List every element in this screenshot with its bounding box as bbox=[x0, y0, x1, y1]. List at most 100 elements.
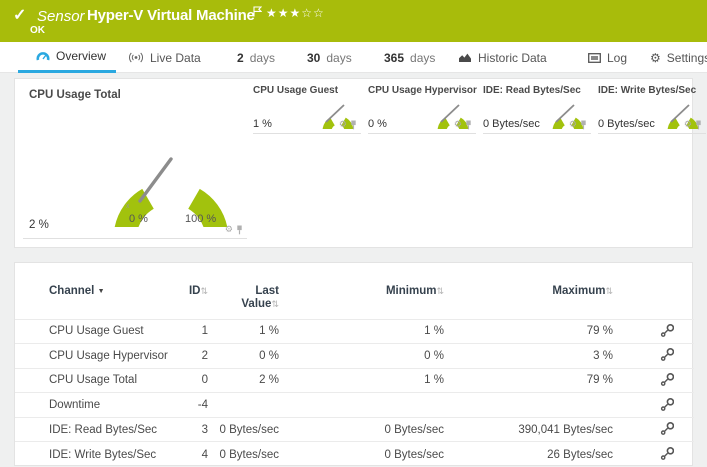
channel-maximum: 26 Bytes/sec bbox=[444, 442, 613, 467]
tab-label: Log bbox=[607, 51, 627, 65]
pin-icon[interactable] bbox=[580, 120, 587, 130]
channel-minimum: 0 Bytes/sec bbox=[279, 442, 444, 467]
channel-last-value: 0 Bytes/sec bbox=[208, 417, 279, 442]
tab-bar: Overview Live Data 2 days 30 days 365 da… bbox=[0, 42, 707, 73]
sensor-header: ✓ Sensor Hyper-V Virtual Machine ★★★☆☆ O… bbox=[0, 0, 707, 42]
edit-channel-icon[interactable] bbox=[660, 397, 674, 411]
channel-table: Channel ▼ ID⇅ LastValue⇅ Minimum⇅ Maximu… bbox=[15, 263, 694, 467]
tab-overview[interactable]: Overview bbox=[18, 42, 116, 73]
sort-active-icon: ▼ bbox=[98, 288, 105, 295]
tab-365-days[interactable]: 365 days bbox=[384, 42, 435, 73]
gauge-settings-gear-icon[interactable]: ⚙ bbox=[339, 121, 347, 130]
chart-icon bbox=[458, 52, 472, 63]
gauge-settings-gear-icon[interactable]: ⚙ bbox=[454, 121, 462, 130]
tab-label: Overview bbox=[56, 49, 106, 63]
column-header-maximum[interactable]: Maximum⇅ bbox=[444, 263, 613, 319]
channel-name: Downtime bbox=[15, 393, 169, 418]
channel-maximum: 390,041 Bytes/sec bbox=[444, 417, 613, 442]
gauges-panel: CPU Usage Total x 0 % 100 % 2 % ⚙ CPU Us… bbox=[14, 78, 693, 248]
column-header-actions bbox=[613, 263, 694, 319]
gauge-scale-min: 0 % bbox=[129, 213, 148, 225]
channel-table-panel: Channel ▼ ID⇅ LastValue⇅ Minimum⇅ Maximu… bbox=[14, 262, 693, 466]
pin-icon[interactable] bbox=[236, 225, 243, 235]
gauge-tile-cpu-usage-hypervisor: CPU Usage Hypervisor 0 % ⚙ bbox=[368, 85, 476, 134]
gauge-value: 0 Bytes/sec bbox=[483, 118, 540, 130]
sort-icon: ⇅ bbox=[271, 300, 279, 310]
column-header-channel[interactable]: Channel ▼ bbox=[15, 263, 169, 319]
edit-channel-icon[interactable] bbox=[660, 347, 674, 361]
sort-icon: ⇅ bbox=[436, 287, 444, 297]
priority-stars[interactable]: ★★★☆☆ bbox=[266, 6, 325, 20]
channel-last-value: 2 % bbox=[208, 368, 279, 393]
tab-settings[interactable]: ⚙ Settings bbox=[650, 42, 707, 73]
table-row: Downtime -4 bbox=[15, 393, 694, 418]
channel-last-value bbox=[208, 393, 279, 418]
channel-maximum: 3 % bbox=[444, 344, 613, 369]
log-icon bbox=[588, 53, 601, 63]
tab-label: Settings bbox=[667, 51, 707, 65]
gauge-settings-gear-icon[interactable]: ⚙ bbox=[684, 121, 692, 130]
edit-channel-icon[interactable] bbox=[660, 372, 674, 386]
gauge-tile-ide-read: IDE: Read Bytes/Sec 0 Bytes/sec ⚙ bbox=[483, 85, 591, 134]
column-header-minimum[interactable]: Minimum⇅ bbox=[279, 263, 444, 319]
flag-icon[interactable] bbox=[253, 4, 262, 22]
gauge-settings-gear-icon[interactable]: ⚙ bbox=[225, 226, 233, 235]
gauge-value: 2 % bbox=[29, 219, 49, 231]
tab-unit: days bbox=[250, 51, 275, 65]
channel-maximum: 79 % bbox=[444, 368, 613, 393]
tab-number: 30 bbox=[307, 51, 320, 65]
channel-minimum: 1 % bbox=[279, 368, 444, 393]
gauge-tile-ide-write: IDE: Write Bytes/Sec 0 Bytes/sec ⚙ bbox=[598, 85, 706, 134]
tab-number: 2 bbox=[237, 51, 244, 65]
channel-id: 4 bbox=[169, 442, 208, 467]
channel-name: CPU Usage Total bbox=[15, 368, 169, 393]
gauge-tile-cpu-usage-guest: CPU Usage Guest 1 % ⚙ bbox=[253, 85, 361, 134]
gear-icon: ⚙ bbox=[650, 52, 661, 64]
edit-channel-icon[interactable] bbox=[660, 421, 674, 435]
live-broadcast-icon bbox=[128, 52, 144, 63]
channel-id: 1 bbox=[169, 319, 208, 344]
sort-icon: ⇅ bbox=[200, 287, 208, 297]
edit-channel-icon[interactable] bbox=[660, 446, 674, 460]
tab-30-days[interactable]: 30 days bbox=[307, 42, 352, 73]
table-row: IDE: Read Bytes/Sec 3 0 Bytes/sec 0 Byte… bbox=[15, 417, 694, 442]
channel-maximum: 79 % bbox=[444, 319, 613, 344]
tab-2-days[interactable]: 2 days bbox=[237, 42, 275, 73]
gauge-icon bbox=[36, 50, 50, 62]
gauge-value: 0 Bytes/sec bbox=[598, 118, 655, 130]
pin-icon[interactable] bbox=[695, 120, 702, 130]
channel-name: IDE: Read Bytes/Sec bbox=[15, 417, 169, 442]
status-badge: OK bbox=[30, 25, 45, 36]
svg-text:x: x bbox=[126, 203, 130, 210]
gauge-settings-gear-icon[interactable]: ⚙ bbox=[569, 121, 577, 130]
channel-id: 3 bbox=[169, 417, 208, 442]
tab-label: Historic Data bbox=[478, 51, 547, 65]
pin-icon[interactable] bbox=[350, 120, 357, 130]
gauge-value: 0 % bbox=[368, 118, 387, 130]
object-kind-label: Sensor bbox=[37, 8, 85, 25]
pin-icon[interactable] bbox=[465, 120, 472, 130]
tab-label: Live Data bbox=[150, 51, 201, 65]
channel-id: -4 bbox=[169, 393, 208, 418]
edit-channel-icon[interactable] bbox=[660, 323, 674, 337]
column-header-last-value[interactable]: LastValue⇅ bbox=[208, 263, 279, 319]
tab-number: 365 bbox=[384, 51, 404, 65]
channel-last-value: 1 % bbox=[208, 319, 279, 344]
table-row: CPU Usage Guest 1 1 % 1 % 79 % bbox=[15, 319, 694, 344]
channel-name: CPU Usage Hypervisor bbox=[15, 344, 169, 369]
gauge-tile-cpu-usage-total: CPU Usage Total x 0 % 100 % 2 % ⚙ bbox=[23, 85, 247, 239]
column-header-id[interactable]: ID⇅ bbox=[169, 263, 208, 319]
sensor-title: Hyper-V Virtual Machine bbox=[87, 7, 255, 24]
tab-log[interactable]: Log bbox=[588, 42, 627, 73]
channel-minimum: 0 Bytes/sec bbox=[279, 417, 444, 442]
tab-live-data[interactable]: Live Data bbox=[128, 42, 201, 73]
channel-id: 2 bbox=[169, 344, 208, 369]
channel-id: 0 bbox=[169, 368, 208, 393]
table-row: CPU Usage Total 0 2 % 1 % 79 % bbox=[15, 368, 694, 393]
tab-historic-data[interactable]: Historic Data bbox=[458, 42, 547, 73]
gauge-dial: x bbox=[101, 97, 241, 227]
table-row: IDE: Write Bytes/Sec 4 0 Bytes/sec 0 Byt… bbox=[15, 442, 694, 467]
channel-last-value: 0 Bytes/sec bbox=[208, 442, 279, 467]
table-header-row: Channel ▼ ID⇅ LastValue⇅ Minimum⇅ Maximu… bbox=[15, 263, 694, 319]
channel-last-value: 0 % bbox=[208, 344, 279, 369]
